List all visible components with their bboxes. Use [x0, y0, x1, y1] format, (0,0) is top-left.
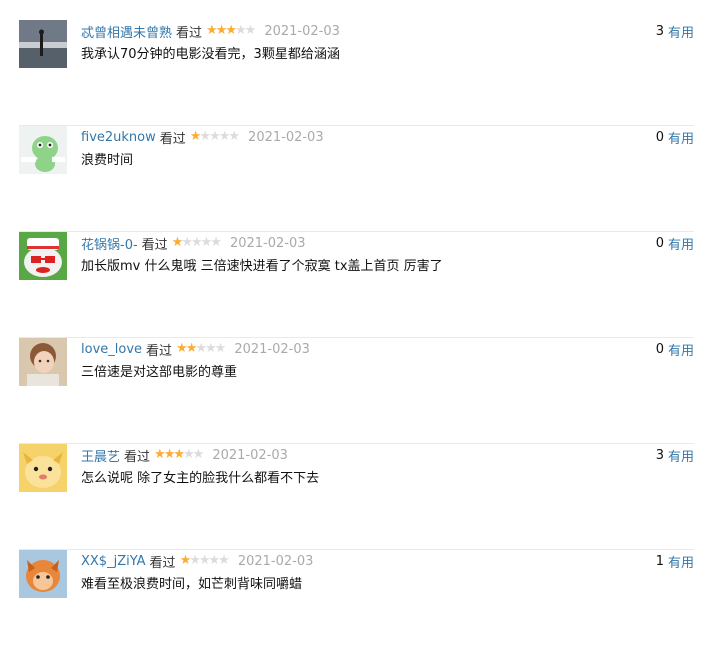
filled-star-icon: ★ [163, 446, 176, 462]
vote-count: 3 [655, 447, 664, 463]
empty-star-icon: ★ [205, 340, 217, 356]
username-link[interactable]: five2uknow [81, 130, 156, 145]
paul-frank-monkey-avatar[interactable] [19, 232, 67, 280]
empty-star-icon: ★ [190, 234, 203, 250]
comment-info: five2uknow 看过 ★★★★★ 2021-02-03 [81, 126, 324, 148]
useful-button[interactable]: 有用 [668, 552, 694, 571]
empty-star-icon: ★ [209, 128, 221, 144]
comment-date: 2021-02-03 [234, 341, 310, 357]
vote-count: 1 [655, 553, 664, 569]
username-link[interactable]: 忒曾相遇未曾熟 [81, 22, 172, 41]
comment-text: 难看至极浪费时间，如芒刺背味同嚼蜡 [81, 577, 303, 592]
comment-item: 忒曾相遇未曾熟 看过 ★★★★★ 2021-02-03 3 有用 我承认70分钟的电影没看完… [19, 20, 694, 126]
empty-star-icon: ★ [228, 128, 240, 144]
watch-status: 看过 [146, 343, 173, 359]
vote-count: 3 [655, 23, 664, 39]
comment-text: 怎么说呢 除了女主的脸我什么都看不下去 [81, 471, 320, 486]
empty-star-icon: ★ [208, 552, 221, 568]
comment-text: 加长版mv 什么鬼哦 三倍速快进看了个寂寞 tx盖上首页 厉害了 [81, 259, 443, 274]
empty-star-icon: ★ [218, 128, 231, 144]
empty-star-icon: ★ [181, 234, 193, 250]
filled-star-icon: ★ [206, 22, 218, 38]
watch-status: 看过 [141, 237, 168, 253]
yellow-cartoon-avatar[interactable] [19, 444, 67, 492]
comment-info: 忒曾相遇未曾熟 看过 ★★★★★ 2021-02-03 [81, 20, 340, 42]
username-link[interactable]: XX$_jZiYA [81, 554, 146, 569]
comment-text: 浪费时间 [81, 153, 134, 168]
comment-info: XX$_jZiYA 看过 ★★★★★ 2021-02-03 [81, 550, 313, 572]
comment-list: 忒曾相遇未曾熟 看过 ★★★★★ 2021-02-03 3 有用 我承认70分钟的电影没看完… [0, 0, 714, 615]
username-link[interactable]: 王晨艺 [81, 446, 120, 465]
comment-item: five2uknow 看过 ★★★★★ 2021-02-03 0 有用 浪费时间 [19, 126, 694, 232]
filled-star-icon: ★ [171, 234, 184, 250]
empty-star-icon: ★ [195, 340, 207, 356]
watch-status: 看过 [124, 449, 151, 465]
username-link[interactable]: 花锅锅-0- [81, 234, 138, 253]
comment-item: love_love 看过 ★★★★★ 2021-02-03 0 有用 三倍速是对这部电影的尊… [19, 338, 694, 444]
empty-star-icon: ★ [244, 22, 257, 38]
rating-stars: ★★★★★ [189, 128, 240, 144]
filled-star-icon: ★ [189, 128, 202, 144]
comment-text: 三倍速是对这部电影的尊重 [81, 365, 238, 380]
rating-stars: ★★★★★ [179, 552, 230, 568]
comment-date: 2021-02-03 [264, 23, 340, 39]
rating-stars: ★★★★★ [206, 22, 257, 38]
vote-area: 0 有用 [656, 338, 694, 360]
rating-stars: ★★★★★ [171, 234, 222, 250]
empty-star-icon: ★ [214, 340, 227, 356]
filled-star-icon: ★ [215, 22, 228, 38]
filled-star-icon: ★ [185, 340, 198, 356]
vote-area: 1 有用 [656, 550, 694, 572]
vote-area: 3 有用 [656, 444, 694, 466]
empty-star-icon: ★ [189, 552, 201, 568]
empty-star-icon: ★ [235, 22, 247, 38]
comment-date: 2021-02-03 [248, 129, 324, 145]
vote-area: 3 有用 [656, 20, 694, 42]
empty-star-icon: ★ [200, 234, 213, 250]
useful-button[interactable]: 有用 [668, 340, 694, 359]
empty-star-icon: ★ [183, 446, 195, 462]
comment-info: love_love 看过 ★★★★★ 2021-02-03 [81, 338, 310, 360]
comment-text: 我承认70分钟的电影没看完，3颗星都给涵涵 [81, 47, 340, 62]
comment-item: 花锅锅-0- 看过 ★★★★★ 2021-02-03 0 有用 加长版mv 什么鬼哦 三倍速… [19, 232, 694, 338]
comment-info: 王晨艺 看过 ★★★★★ 2021-02-03 [81, 444, 288, 466]
green-cartoon-avatar[interactable] [19, 126, 67, 174]
filled-star-icon: ★ [179, 552, 192, 568]
rating-stars: ★★★★★ [176, 340, 227, 356]
comment-date: 2021-02-03 [229, 235, 306, 251]
vote-count: 0 [655, 341, 664, 357]
empty-star-icon: ★ [198, 552, 211, 568]
filled-star-icon: ★ [154, 446, 166, 462]
empty-star-icon: ★ [192, 446, 205, 462]
child-photo-avatar[interactable] [19, 338, 67, 386]
useful-button[interactable]: 有用 [668, 446, 694, 465]
person-on-beach-avatar[interactable] [19, 20, 67, 68]
vote-area: 0 有用 [656, 232, 694, 254]
comment-date: 2021-02-03 [212, 447, 288, 463]
watch-status: 看过 [159, 131, 186, 147]
username-link[interactable]: love_love [81, 342, 142, 357]
comment-item: 王晨艺 看过 ★★★★★ 2021-02-03 3 有用 怎么说呢 除了女主的脸我什么都看不… [19, 444, 694, 550]
comment-item: XX$_jZiYA 看过 ★★★★★ 2021-02-03 1 有用 难看至极浪费时间，如芒… [19, 550, 694, 656]
vote-count: 0 [655, 235, 664, 251]
comment-date: 2021-02-03 [237, 553, 314, 569]
comment-info: 花锅锅-0- 看过 ★★★★★ 2021-02-03 [81, 232, 306, 254]
orange-cartoon-avatar[interactable] [19, 550, 67, 598]
useful-button[interactable]: 有用 [668, 128, 694, 147]
vote-count: 0 [655, 129, 664, 145]
filled-star-icon: ★ [176, 340, 188, 356]
empty-star-icon: ★ [210, 234, 222, 250]
watch-status: 看过 [176, 25, 203, 41]
empty-star-icon: ★ [199, 128, 211, 144]
watch-status: 看过 [149, 555, 176, 571]
empty-star-icon: ★ [218, 552, 230, 568]
filled-star-icon: ★ [173, 446, 185, 462]
vote-area: 0 有用 [656, 126, 694, 148]
rating-stars: ★★★★★ [154, 446, 205, 462]
useful-button[interactable]: 有用 [668, 22, 694, 41]
useful-button[interactable]: 有用 [668, 234, 694, 253]
filled-star-icon: ★ [225, 22, 237, 38]
